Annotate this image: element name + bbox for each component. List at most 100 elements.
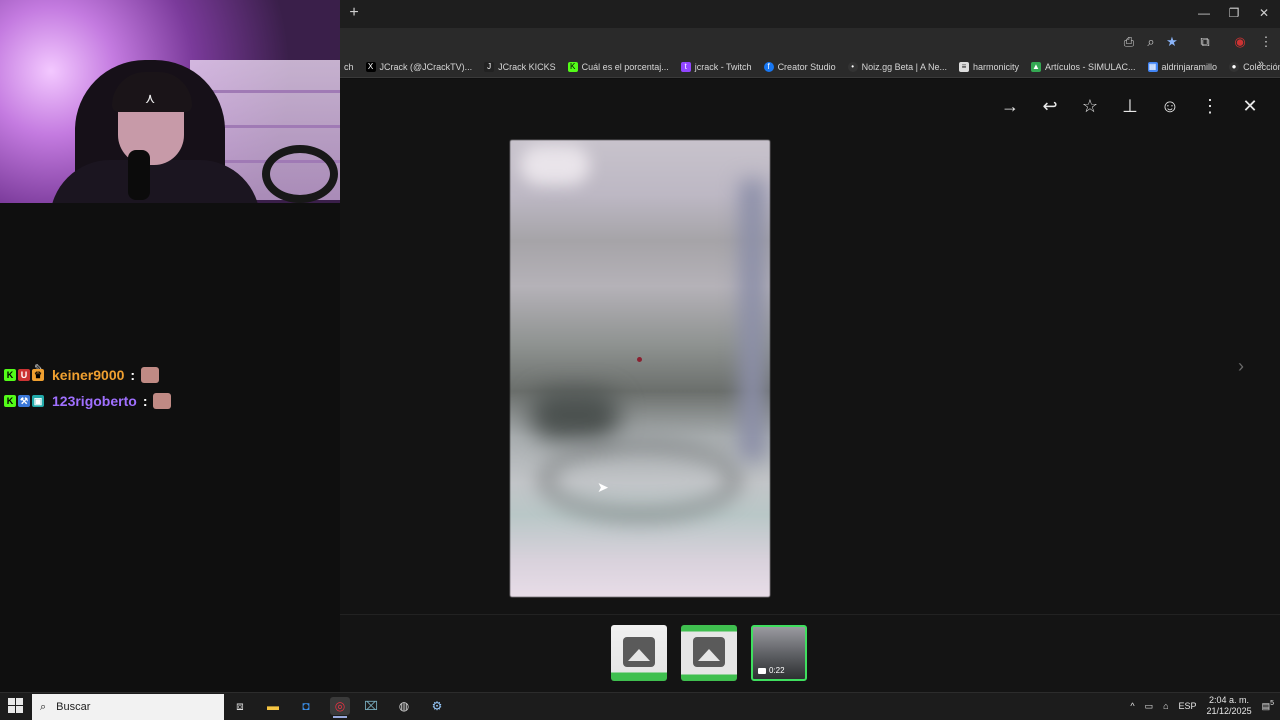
- search-placeholder: Buscar: [56, 701, 91, 713]
- terminal-icon[interactable]: ⌧: [361, 697, 381, 715]
- reply-icon[interactable]: ↩: [1040, 92, 1060, 120]
- pin-icon[interactable]: ⊥: [1120, 92, 1140, 120]
- bookmark-label: Noiz.gg Beta | A Ne...: [861, 61, 947, 72]
- close-icon[interactable]: ✕: [1240, 92, 1260, 120]
- bookmark-item[interactable]: ▦ aldrinjaramillo: [1144, 56, 1226, 77]
- language-indicator[interactable]: ESP: [1179, 701, 1197, 711]
- forward-icon[interactable]: →: [1000, 92, 1020, 120]
- search-icon: ⌕: [40, 700, 47, 713]
- notification-icon[interactable]: ▤5: [1262, 700, 1274, 712]
- task-view-icon[interactable]: ⧈: [230, 697, 250, 715]
- github-icon: ●: [1229, 61, 1240, 72]
- bookmark-label: Creator Studio: [777, 61, 836, 72]
- chat-username: 123rigoberto: [52, 393, 137, 409]
- bookmark-label: Artículos - SIMULAC...: [1045, 61, 1136, 72]
- noiz-icon: •: [847, 61, 858, 72]
- file-explorer-icon[interactable]: ▬: [263, 697, 283, 715]
- thumbnail-strip: [340, 614, 1280, 692]
- bookmark-item[interactable]: ch: [340, 56, 362, 77]
- kick-badge-icon: K: [4, 369, 16, 381]
- taskbar-search-input[interactable]: ⌕ Buscar: [32, 694, 224, 720]
- browser-menu-icon[interactable]: ⋮: [1256, 32, 1276, 52]
- video-camera-icon: [758, 668, 766, 674]
- bookmark-item[interactable]: • Noiz.gg Beta | A Ne...: [844, 56, 955, 77]
- microphone: [128, 150, 150, 200]
- bookmark-item[interactable]: J JCrack KICKS: [480, 56, 564, 77]
- bookmark-label: harmonicity: [972, 61, 1019, 72]
- moderator-badge-icon: ⚒: [18, 395, 30, 407]
- facebook-icon: f: [763, 61, 774, 72]
- more-bookmarks-icon[interactable]: »: [1258, 58, 1264, 70]
- kick-badge-icon: K: [4, 395, 16, 407]
- kick-icon: K: [567, 61, 578, 72]
- media-marker: [637, 357, 642, 362]
- steering-wheel: [262, 145, 338, 203]
- steam-icon[interactable]: ⚙: [427, 697, 447, 715]
- doc-icon: ≡: [958, 61, 969, 72]
- media-thumbnail[interactable]: [681, 625, 737, 681]
- media-viewer: [340, 79, 1280, 614]
- display-icon[interactable]: ▭: [1145, 701, 1154, 712]
- bookmark-label: ch: [344, 61, 354, 72]
- bookmark-item[interactable]: f Creator Studio: [760, 56, 844, 77]
- windows-start-icon[interactable]: [8, 698, 24, 714]
- x-icon: X: [365, 61, 376, 72]
- media-preview[interactable]: [510, 140, 770, 597]
- subscriber-badge-icon: U: [18, 369, 30, 381]
- bookmark-label: JCrack (@JCrackTV)...: [379, 61, 473, 72]
- browser-titlebar: [340, 0, 1280, 28]
- outlook-icon[interactable]: ◘: [296, 697, 316, 715]
- chevron-up-icon[interactable]: ^: [1130, 701, 1134, 711]
- bookmark-star-icon[interactable]: ★: [1162, 32, 1182, 52]
- star-icon[interactable]: ☆: [1080, 92, 1100, 120]
- zoom-icon[interactable]: ⌕: [1141, 32, 1161, 52]
- drive-icon: ▲: [1031, 61, 1041, 72]
- video-duration: 0:22: [769, 666, 785, 675]
- restore-button[interactable]: ❐: [1220, 4, 1248, 22]
- chat-message: K ⚒ ▣ 123rigoberto :: [4, 393, 172, 409]
- webcam-overlay: ⋏: [0, 0, 340, 203]
- sheet-icon: ▦: [1147, 61, 1158, 72]
- viewer-action-bar: → ↩ ☆ ⊥ ☺ ⋮ ✕: [1000, 92, 1260, 120]
- obs-icon[interactable]: ◍: [394, 697, 414, 715]
- chat-message: K U ♛ keiner9000 :: [4, 367, 160, 383]
- system-clock[interactable]: 2:04 a. m. 21/12/2025: [1207, 695, 1252, 717]
- twitch-icon: t: [680, 61, 691, 72]
- bookmarks-bar: ch X JCrack (@JCrackTV)... J JCrack KICKS …: [340, 56, 1280, 78]
- bookmark-item[interactable]: ≡ harmonicity: [955, 56, 1027, 77]
- clock-time: 2:04 a. m.: [1209, 695, 1250, 705]
- media-thumbnail[interactable]: [611, 625, 667, 681]
- bookmark-item[interactable]: K Cuál es el porcentaj...: [564, 56, 677, 77]
- bookmark-item[interactable]: ●Colección de M_blei...: [1225, 56, 1280, 77]
- chrome-taskbar-icon[interactable]: ◎: [330, 697, 350, 715]
- network-icon[interactable]: ⌂: [1163, 701, 1168, 711]
- next-media-icon[interactable]: ›: [1238, 356, 1244, 377]
- more-icon[interactable]: ⋮: [1200, 92, 1220, 120]
- chat-separator: :: [142, 393, 148, 409]
- bookmark-label: JCrack KICKS: [498, 61, 556, 72]
- media-thumbnail-selected[interactable]: 0:22: [751, 625, 807, 681]
- install-app-icon[interactable]: ⎙: [1119, 32, 1139, 52]
- emoji-icon[interactable]: ☺: [1160, 92, 1180, 120]
- emote-icon: [141, 367, 160, 383]
- jcrack-icon: J: [484, 61, 495, 72]
- profile-avatar[interactable]: ◉: [1230, 32, 1250, 52]
- bookmark-item[interactable]: ▲ Artículos - SIMULAC...: [1027, 56, 1144, 77]
- minimize-button[interactable]: —: [1190, 4, 1218, 22]
- image-placeholder-icon: [623, 637, 655, 667]
- cap-logo-icon: ⋏: [145, 90, 156, 106]
- bookmark-item[interactable]: X JCrack (@JCrackTV)...: [362, 56, 481, 77]
- clock-date: 21/12/2025: [1206, 706, 1252, 716]
- chat-separator: :: [130, 367, 136, 383]
- image-placeholder-icon: [693, 637, 725, 667]
- new-tab-button[interactable]: +: [346, 4, 362, 22]
- emote-icon: [153, 393, 172, 409]
- bookmark-label: jcrack - Twitch: [694, 61, 752, 72]
- gift-badge-icon: ▣: [32, 395, 44, 407]
- bookmark-item[interactable]: t jcrack - Twitch: [677, 56, 760, 77]
- browser-toolbar: [340, 28, 1280, 56]
- close-window-button[interactable]: ✕: [1250, 4, 1278, 22]
- extensions-icon[interactable]: ⧉: [1195, 32, 1215, 52]
- active-app-indicator: [333, 716, 347, 718]
- bookmark-label: aldrinjaramillo: [1161, 61, 1218, 72]
